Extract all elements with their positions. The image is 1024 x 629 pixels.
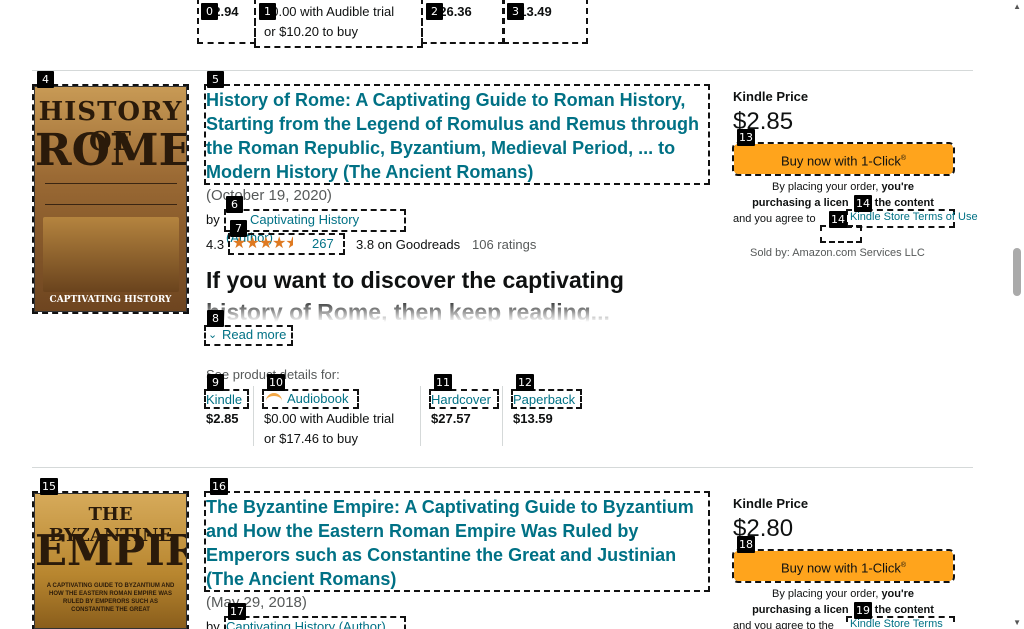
format-paperback-link[interactable]: Paperback	[511, 389, 582, 409]
buy-now-button[interactable]: Buy now with 1-Click®	[732, 142, 955, 176]
format-paperback-label: Paperback	[513, 392, 576, 407]
terms-bold1: you're	[881, 181, 915, 193]
format-hardcover-link[interactable]: Hardcover	[429, 389, 499, 409]
book1-by: by	[206, 212, 220, 227]
book1-blurb: If you want to discover the captivating …	[206, 264, 706, 322]
buy-now-label-2: Buy now with 1-Click	[780, 560, 901, 576]
terms-line2b: the content	[874, 197, 934, 209]
book1-date: (October 19, 2020)	[206, 187, 332, 204]
marker-16: 16	[210, 478, 228, 495]
marker-8: 8	[207, 310, 224, 327]
kindle-terms-link-wrap[interactable]	[820, 225, 862, 243]
book2-date: (May 29, 2018)	[206, 594, 307, 611]
book2-title-link[interactable]: The Byzantine Empire: A Captivating Guid…	[204, 491, 710, 592]
book-cover-rome[interactable]: HISTORY OF ROME CAPTIVATING HISTORY	[32, 84, 189, 314]
marker-9: 9	[207, 374, 224, 391]
book2-author: Captivating History (Author)	[226, 619, 386, 629]
book2-by: by	[206, 619, 220, 629]
book2-title: The Byzantine Empire: A Captivating Guid…	[206, 497, 694, 589]
marker-10: 10	[267, 374, 285, 391]
terms2-line2b: the content	[874, 604, 934, 616]
cover-subtitle-band	[45, 183, 177, 205]
format-hardcover-label: Hardcover	[431, 392, 491, 407]
format-audiobook-price: $0.00 with Audible trial	[264, 411, 395, 426]
scroll-down-arrow-icon[interactable]: ▼	[1013, 618, 1021, 627]
blurb-fade	[206, 298, 706, 322]
marker-14b: 14	[829, 211, 847, 228]
marker-7: 7	[230, 220, 247, 237]
format-audiobook-buy: or $17.46 to buy	[264, 431, 358, 446]
kindle-terms-label-2: Kindle Store Terms	[850, 618, 943, 629]
book1-sold-by: Sold by: Amazon.com Services LLC	[750, 247, 925, 259]
audible-icon	[266, 393, 282, 403]
book2-author-link[interactable]: Captivating History (Author)	[224, 616, 406, 629]
marker-13: 13	[737, 129, 755, 146]
format-sep-1	[253, 386, 254, 446]
marker-6: 6	[226, 196, 243, 213]
marker-3: 3	[507, 3, 524, 20]
marker-19: 19	[854, 602, 872, 619]
format-sep-3	[502, 386, 503, 446]
book1-kindle-price-label: Kindle Price	[733, 89, 809, 104]
book1-author-link[interactable]: Captivating History (Author)	[224, 209, 406, 245]
kindle-terms-link[interactable]: Kindle Store Terms of Use	[846, 209, 978, 228]
read-more-link[interactable]: ⌄ Read more	[204, 325, 293, 346]
audiobook-price-prev: $0.00 with Audible trial	[264, 4, 395, 19]
kindle-terms-label: Kindle Store Terms of Use	[850, 211, 978, 223]
marker-1: 1	[259, 3, 276, 20]
buy-now-button-2[interactable]: Buy now with 1-Click®	[732, 549, 955, 583]
marker-5: 5	[207, 71, 224, 88]
book1-title-link[interactable]: History of Rome: A Captivating Guide to …	[204, 84, 710, 185]
terms2-bold1: you're	[881, 588, 915, 600]
cover-title-line2: ROME	[35, 125, 187, 176]
cover2-subtitle: A CAPTIVATING GUIDE TO BYZANTIUM AND HOW…	[46, 583, 175, 613]
marker-15: 15	[40, 478, 58, 495]
book1-rating-count: 267	[312, 236, 334, 251]
format-paperback-price: $13.59	[513, 411, 553, 426]
cover-colosseum-image	[43, 217, 179, 292]
kindle-terms-link-2[interactable]: Kindle Store Terms	[846, 616, 955, 629]
format-hardcover-price: $27.57	[431, 411, 471, 426]
chevron-down-icon: ⌄	[208, 329, 218, 341]
marker-14a: 14	[854, 195, 872, 212]
cover-publisher: CAPTIVATING HISTORY	[49, 295, 172, 305]
book1-rating-value: 4.3	[206, 237, 225, 252]
book1-rating-link[interactable]: ★★★★★ 267	[228, 233, 345, 255]
terms-line2a: purchasing a licen	[752, 197, 849, 209]
scrollbar-thumb[interactable]	[1013, 248, 1021, 296]
scroll-up-arrow-icon[interactable]: ▲	[1013, 2, 1021, 11]
format-kindle-label: Kindle	[206, 392, 243, 407]
format-kindle-price: $2.85	[206, 411, 239, 426]
result-divider-2	[32, 467, 973, 468]
format-audiobook-link[interactable]: Audiobook	[262, 389, 359, 409]
terms2-line3: and you agree to the	[733, 620, 834, 629]
book-cover-byzantine[interactable]: THE BYZANTINE EMPIRE A CAPTIVATING GUIDE…	[32, 491, 189, 629]
format-audiobook-label: Audiobook	[287, 391, 349, 406]
marker-0: 0	[201, 3, 218, 20]
marker-4: 4	[37, 71, 54, 88]
read-more-label: Read more	[222, 327, 287, 342]
cover2-title-line2: EMPIRE	[35, 526, 186, 575]
terms-line1: By placing your order,	[771, 181, 879, 193]
format-kindle-link[interactable]: Kindle	[204, 389, 249, 409]
book1-goodreads-ratings: 106 ratings	[472, 237, 537, 252]
book1-goodreads: 3.8 on Goodreads	[356, 237, 461, 252]
book2-kindle-price-label: Kindle Price	[733, 496, 809, 511]
audiobook-buy-prev: or $10.20 to buy	[264, 24, 358, 39]
terms2-line1: By placing your order,	[771, 588, 879, 600]
book1-title: History of Rome: A Captivating Guide to …	[206, 90, 699, 182]
marker-12: 12	[516, 374, 534, 391]
terms2-line2a: purchasing a licen	[752, 604, 849, 616]
buy-now-label: Buy now with 1-Click	[780, 153, 901, 169]
marker-18: 18	[737, 536, 755, 553]
terms-line3: and you agree to	[733, 213, 816, 225]
result-divider	[32, 70, 973, 71]
marker-11: 11	[434, 374, 452, 391]
marker-17: 17	[228, 603, 246, 620]
format-sep-2	[420, 386, 421, 446]
page-scrollbar[interactable]: ▲ ▼	[1009, 0, 1024, 629]
marker-2: 2	[426, 3, 443, 20]
